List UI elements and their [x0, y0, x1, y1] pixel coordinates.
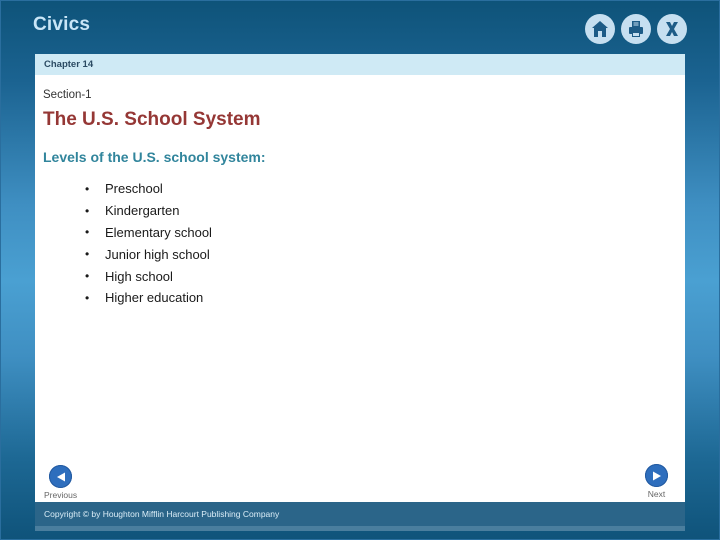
bullet-icon: • — [85, 247, 90, 262]
close-button[interactable] — [657, 14, 687, 44]
chapter-bar: Chapter 14 — [35, 54, 685, 75]
list-item-text: Elementary school — [105, 224, 212, 240]
section-label: Section-1 — [43, 89, 92, 101]
play-left-icon — [56, 472, 65, 481]
next-label[interactable]: Next — [648, 489, 665, 499]
print-button[interactable] — [621, 14, 651, 44]
slide-title: The U.S. School System — [43, 109, 261, 130]
printer-icon — [629, 21, 643, 37]
home-icon — [592, 21, 608, 37]
footer-strip — [35, 526, 685, 531]
slide-content: Chapter 14 Section-1 The U.S. School Sys… — [35, 54, 685, 502]
list-item: • Junior high school — [85, 243, 212, 265]
next-circle[interactable] — [645, 464, 668, 487]
bullet-icon: • — [85, 203, 90, 218]
bullet-icon: • — [85, 290, 90, 305]
slide-subheading: Levels of the U.S. school system: — [43, 149, 266, 165]
close-x-icon — [666, 22, 678, 36]
app-title: Civics — [33, 14, 91, 35]
list-item-text: Preschool — [105, 181, 163, 197]
list-item: • High school — [85, 265, 212, 287]
list-item: • Higher education — [85, 287, 212, 309]
list-item: • Kindergarten — [85, 200, 212, 222]
play-right-icon — [652, 471, 661, 480]
bullet-icon: • — [85, 225, 90, 240]
next-button[interactable]: Next — [645, 464, 668, 499]
list-item: • Preschool — [85, 178, 212, 200]
list-item-text: Junior high school — [105, 246, 210, 262]
copyright-text: Copyright © by Houghton Mifflin Harcourt… — [44, 509, 280, 519]
bullet-icon: • — [85, 181, 90, 196]
footer-bar: Copyright © by Houghton Mifflin Harcourt… — [35, 502, 685, 526]
home-button[interactable] — [585, 14, 615, 44]
list-item-text: Higher education — [105, 290, 204, 306]
chapter-label: Chapter 14 — [44, 59, 94, 70]
list-item-text: Kindergarten — [105, 203, 180, 219]
list-item: • Elementary school — [85, 222, 212, 244]
top-toolbar — [585, 14, 687, 44]
previous-circle[interactable] — [49, 465, 73, 488]
previous-label[interactable]: Previous — [44, 490, 77, 500]
bullet-list: • Preschool • Kindergarten • Elementary sch… — [85, 178, 212, 309]
bullet-icon: • — [85, 269, 90, 284]
list-item-text: High school — [105, 268, 173, 284]
previous-button[interactable]: Previous — [44, 465, 77, 500]
